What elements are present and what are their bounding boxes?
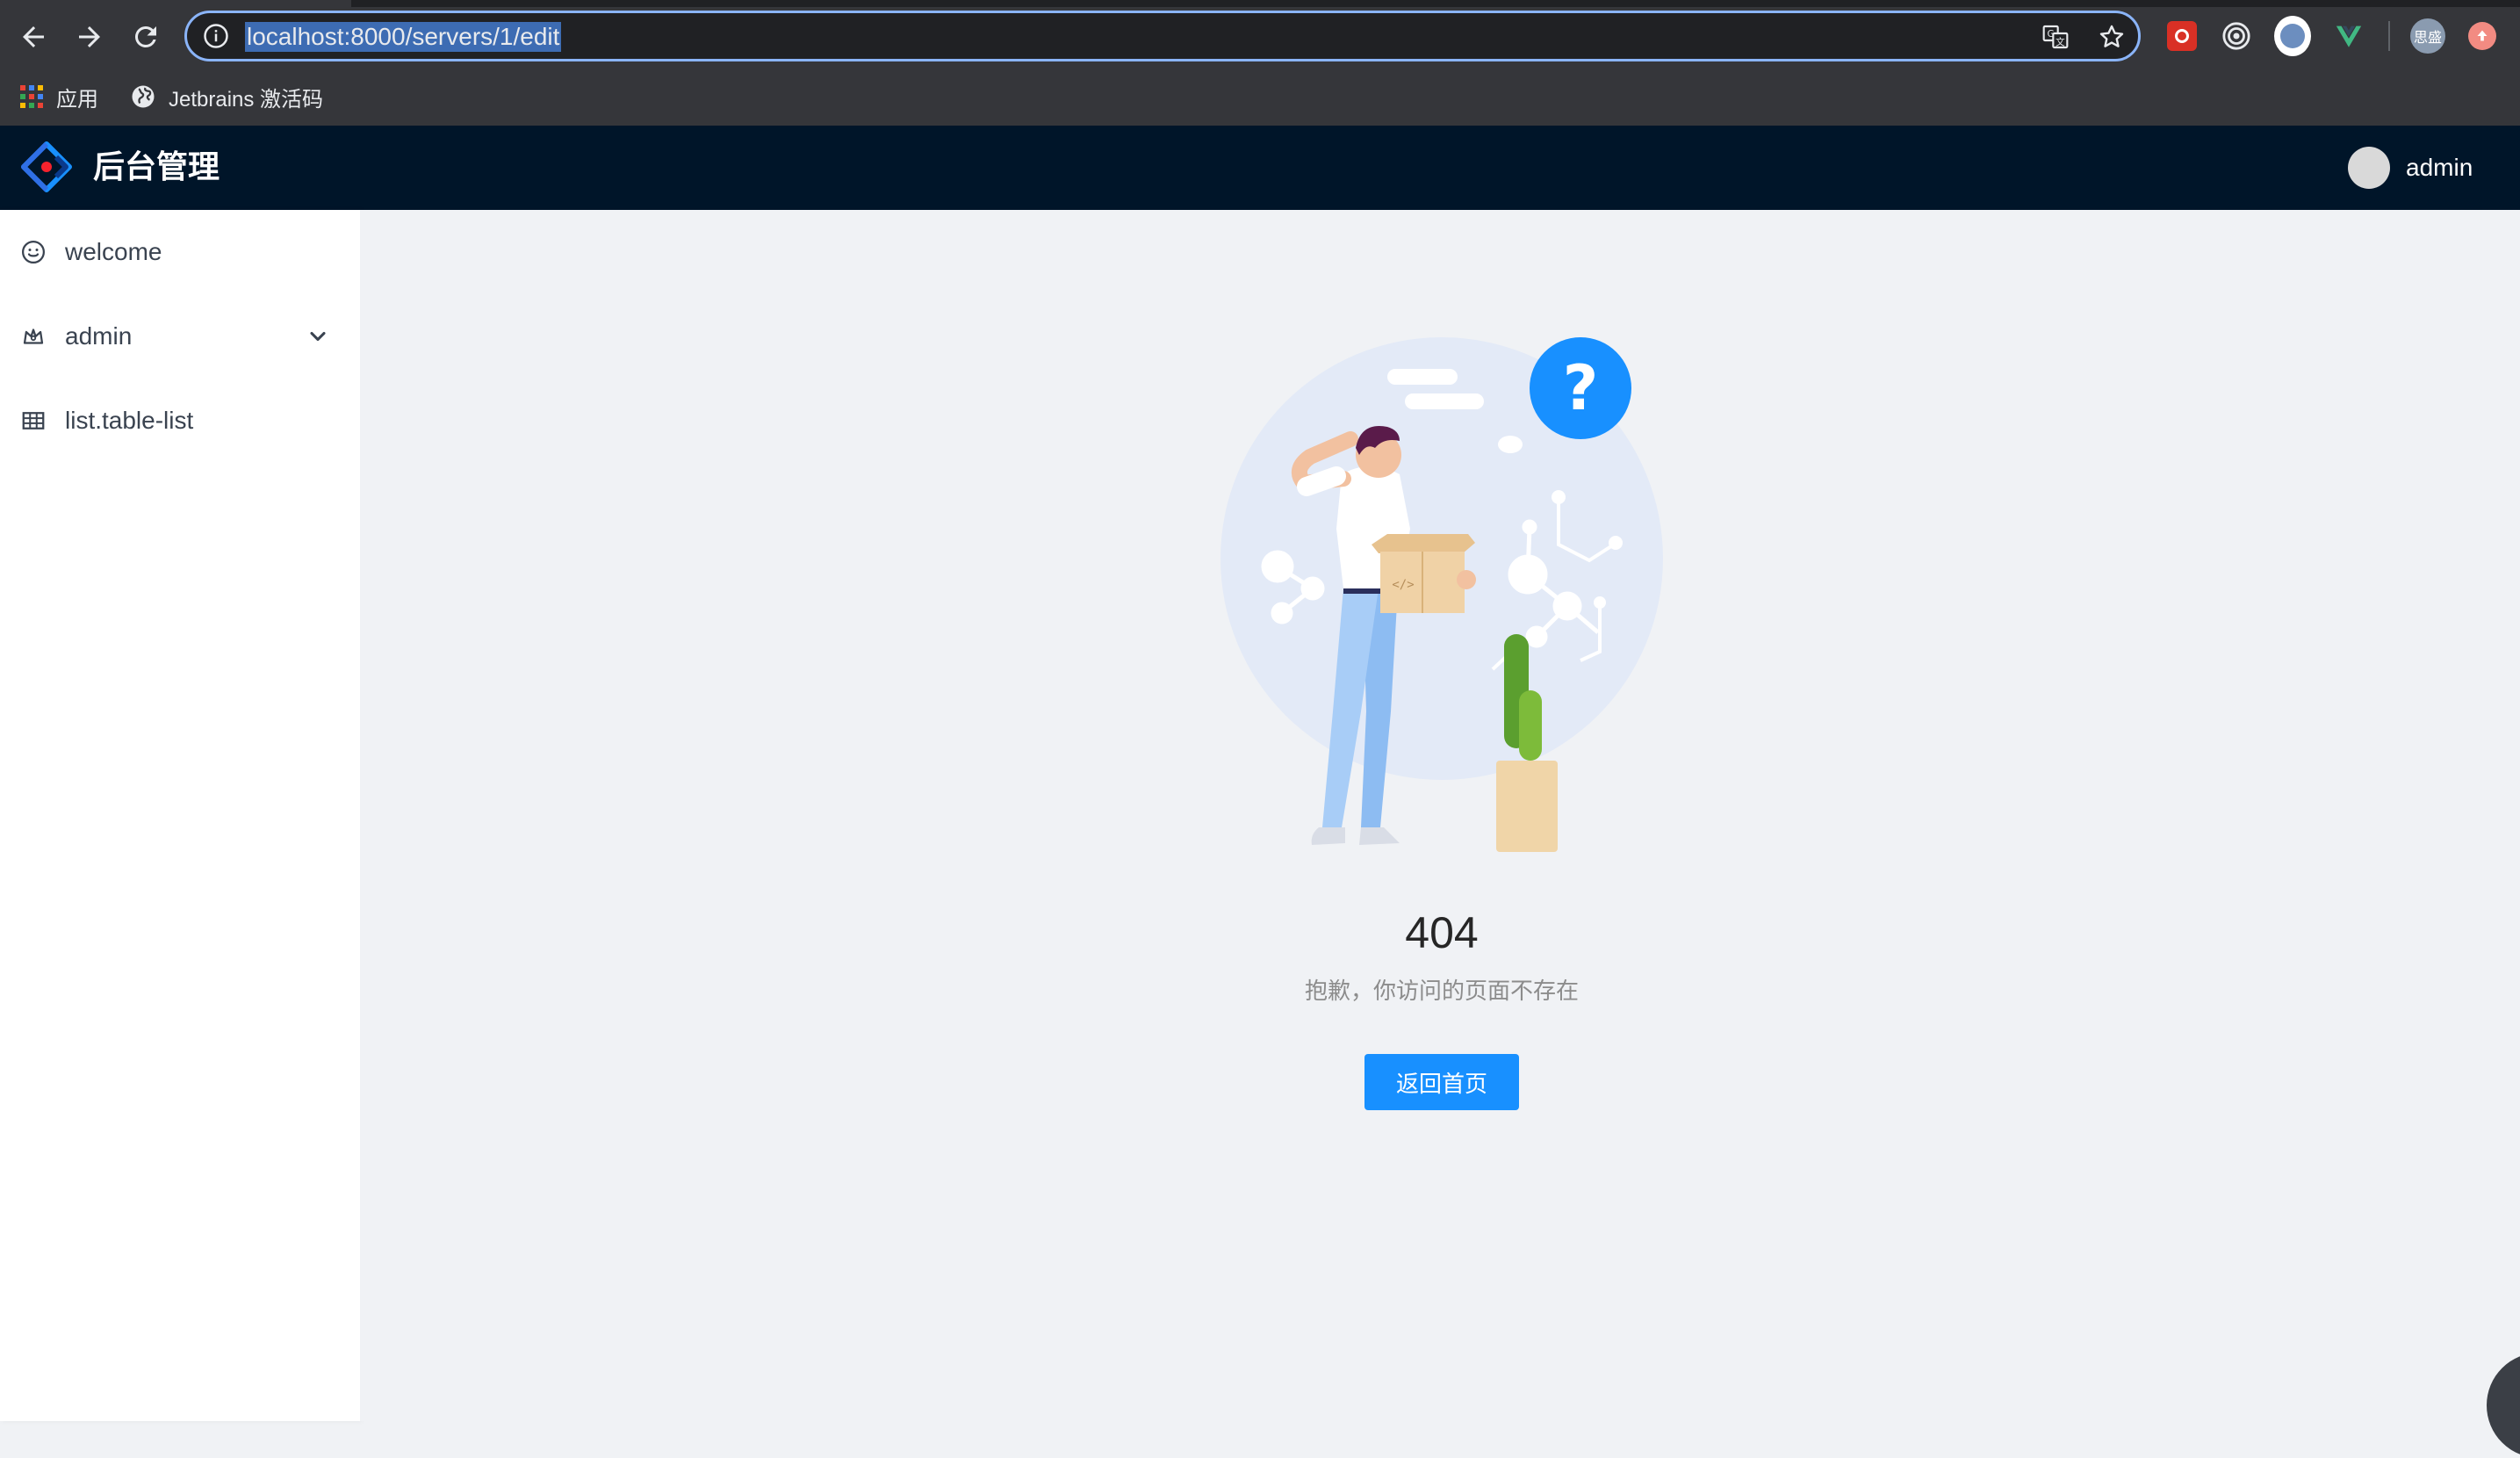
user-avatar[interactable] [2348,147,2390,189]
browser-chrome: localhost:8000/servers/1/edit 文 G 思盛 应用 … [0,0,2520,126]
cloud-shape [1498,436,1523,453]
app-title[interactable]: 后台管理 [93,147,220,187]
person-hand [1457,570,1476,589]
compass-glyph [2280,24,2305,48]
svg-text:文: 文 [2056,36,2065,47]
forward-button[interactable] [65,12,114,61]
cloud-shape [1387,369,1458,385]
sidebar-item-label: list.table-list [65,407,194,434]
svg-text:G: G [2048,28,2055,40]
person-shoe [1311,827,1345,845]
logo-icon[interactable] [21,141,72,192]
globe-icon [132,85,155,108]
bookmark-star-icon[interactable] [2098,23,2126,51]
profile-avatar-icon[interactable]: 思盛 [2409,18,2446,54]
apps-grid-icon [20,85,43,108]
active-tab[interactable] [0,0,351,7]
vue-extension-icon[interactable] [2330,18,2367,54]
site-info-icon[interactable] [203,23,229,49]
red-extension-icon[interactable] [2164,18,2200,54]
compass-badge [2274,16,2311,56]
sidebar-item-table-list[interactable]: list.table-list [0,386,360,456]
person-sleeve [1297,466,1346,496]
cloud-shape [1405,393,1484,409]
bookmark-jetbrains[interactable]: Jetbrains 激活码 [130,81,323,112]
error-message: 抱歉，你访问的页面不存在 [1304,978,1579,1004]
target-icon [2222,22,2250,50]
error-code: 404 [1405,908,1479,957]
sidebar-item-welcome[interactable]: welcome [0,217,360,287]
toolbar-divider [2388,21,2390,51]
update-badge [2468,22,2496,50]
target-extension-icon[interactable] [2218,18,2255,54]
bookmark-label: 应用 [56,87,98,112]
sidebar-item-label: welcome [65,238,162,265]
bookmark-apps[interactable]: 应用 [19,81,98,112]
red-extension-glyph [2175,29,2189,43]
bookmark-label: Jetbrains 激活码 [169,87,324,112]
up-arrow-icon [2477,30,2488,41]
update-icon[interactable] [2464,18,2501,54]
forward-arrow-icon [79,26,100,47]
plant-pot [1496,761,1558,852]
person-shoe [1359,827,1400,845]
table-icon [19,407,47,435]
app-header: 后台管理 admin [0,126,2520,210]
crown-icon [19,322,47,350]
not-found-illustration: ? </> [1220,337,1663,852]
compass-extension-icon[interactable] [2274,16,2311,56]
reload-button[interactable] [121,12,170,61]
reload-icon [134,25,156,47]
url-text[interactable]: localhost:8000/servers/1/edit [245,22,562,52]
user-name[interactable]: admin [2406,150,2473,185]
vue-logo-icon [2336,25,2362,47]
red-extension-badge [2167,21,2197,51]
bookmarks-bar: 应用 Jetbrains 激活码 [0,72,2520,121]
tab-strip [0,0,2520,7]
smile-icon [19,238,47,266]
profile-avatar: 思盛 [2410,18,2445,54]
sidebar: welcome admin list.table-list [0,210,360,1421]
chevron-down-icon [310,331,326,342]
address-bar[interactable]: localhost:8000/servers/1/edit 文 G [184,11,2141,61]
cactus-side [1519,690,1542,761]
back-home-button[interactable]: 返回首页 [1364,1054,1519,1110]
code-glyph: </> [1392,578,1414,592]
translate-icon[interactable]: 文 G [2041,23,2070,51]
back-arrow-icon [23,26,44,47]
back-button[interactable] [9,12,58,61]
sidebar-item-admin[interactable]: admin [0,301,360,372]
sidebar-item-label: admin [65,322,133,350]
question-mark-icon: ? [1563,352,1599,424]
box-lid [1372,534,1475,553]
